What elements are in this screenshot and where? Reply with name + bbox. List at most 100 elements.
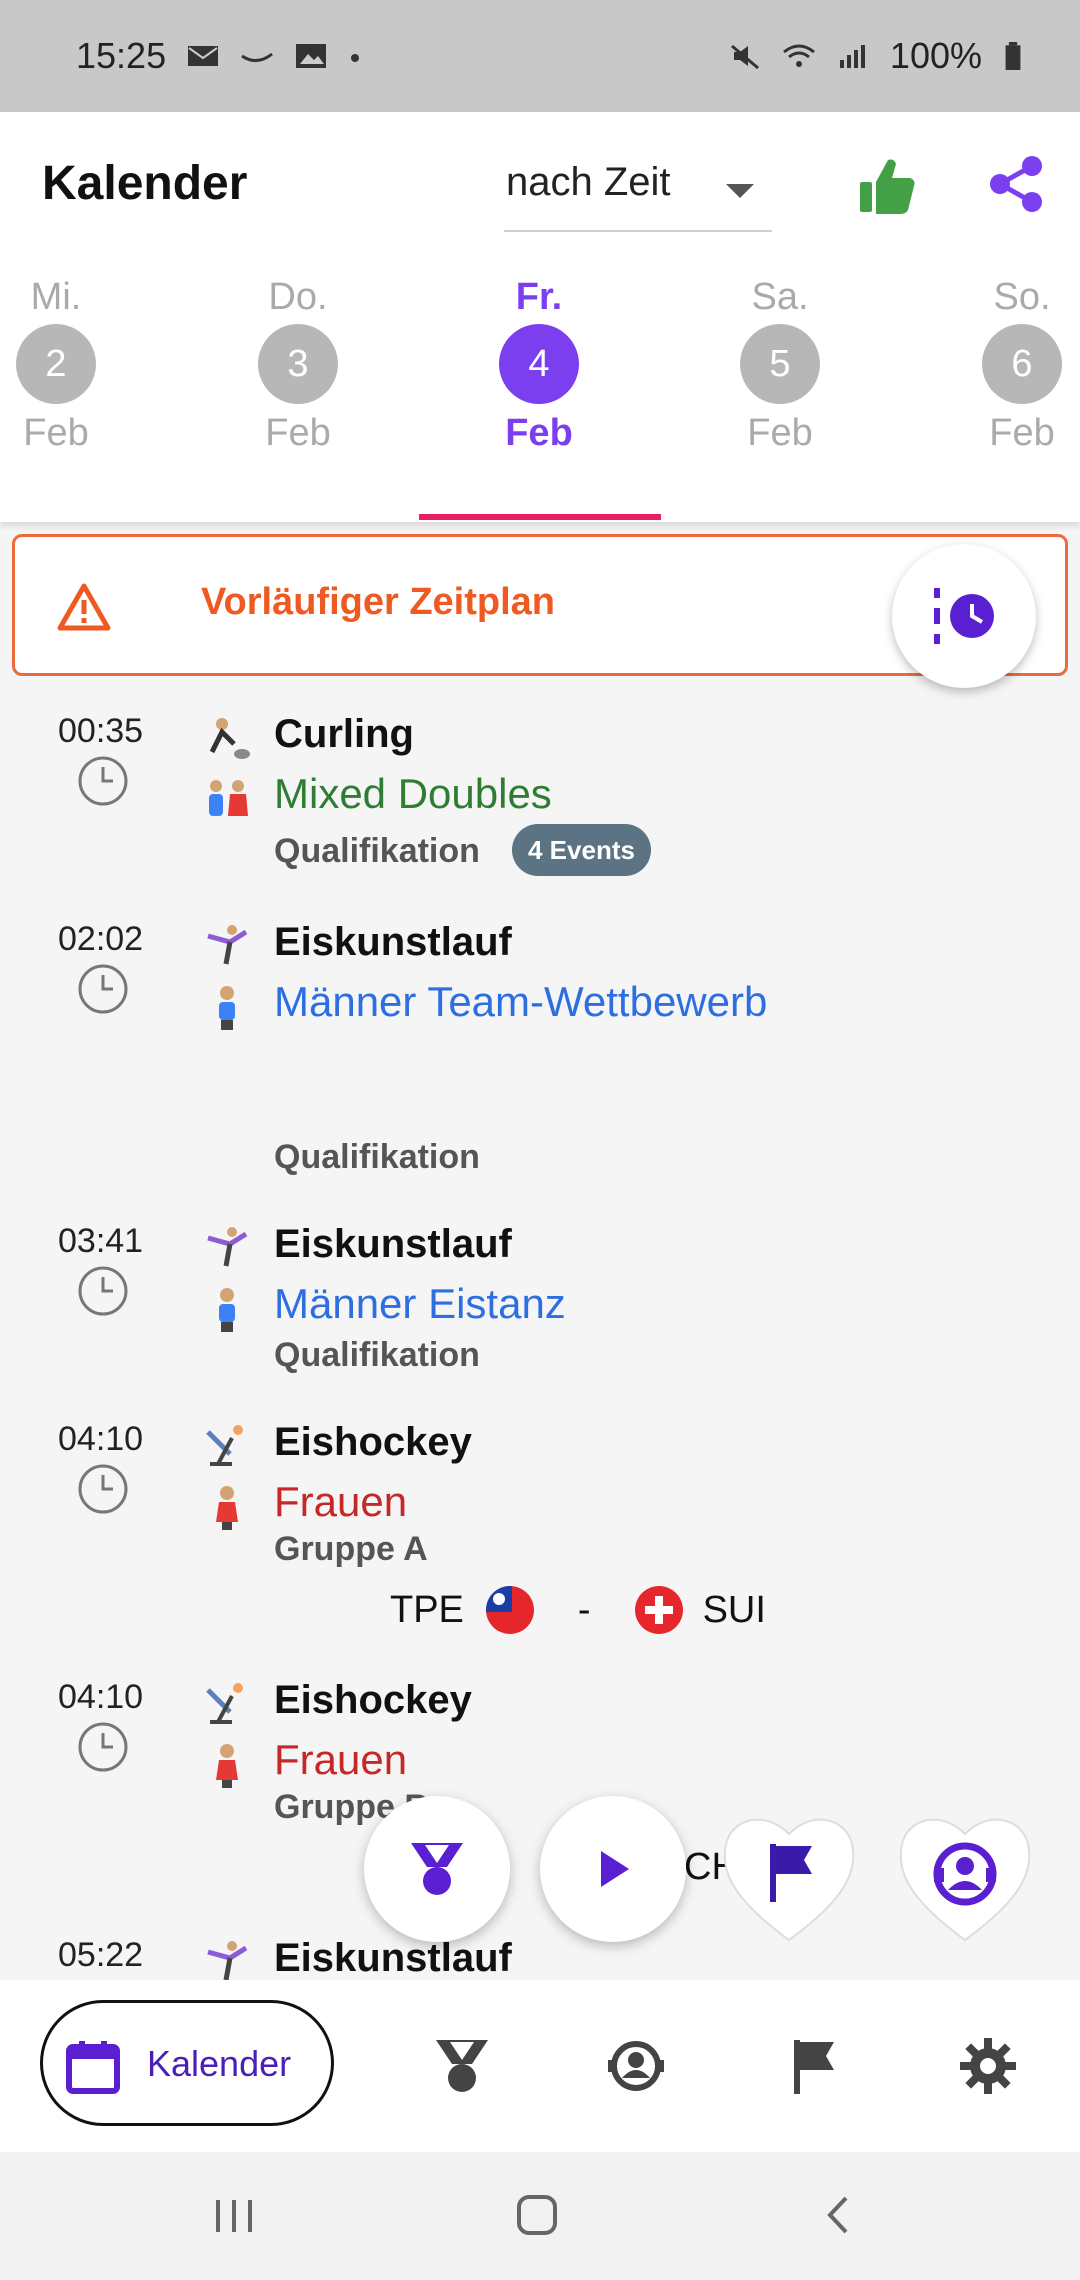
sort-dropdown-value: nach Zeit — [506, 160, 671, 204]
reminder-clock-icon[interactable] — [76, 1720, 130, 1774]
day-number: 5 — [740, 324, 820, 404]
event-time: 03:41 — [58, 1222, 144, 1260]
day-tab-sun[interactable]: So. 6 Feb — [942, 272, 1080, 455]
amazon-icon — [241, 52, 274, 62]
event-phase: Qualifikation — [274, 832, 480, 870]
team-home: TPE — [390, 1588, 464, 1631]
day-month: Feb — [505, 412, 573, 454]
nav-calendar-label: Kalender — [147, 2043, 292, 2084]
taiwan-flag-icon — [485, 1586, 534, 1634]
battery-percent: 100% — [889, 35, 982, 76]
event-title: Männer Team-Wettbewerb — [274, 978, 768, 1025]
day-tab-sat[interactable]: Sa. 5 Feb — [700, 272, 860, 455]
reminder-clock-icon[interactable] — [76, 754, 130, 808]
bottom-navigation: Kalender — [0, 1980, 1080, 2152]
medal-icon — [411, 1843, 463, 1895]
battery-icon — [1005, 42, 1021, 70]
event-title: Mixed Doubles — [274, 770, 552, 817]
play-icon — [601, 1851, 629, 1887]
event-title: Frauen — [274, 1736, 408, 1783]
timeline-button[interactable] — [892, 544, 1036, 688]
event-time: 04:10 — [58, 1678, 144, 1716]
back-icon[interactable] — [820, 2192, 856, 2238]
reminder-clock-icon[interactable] — [76, 1264, 130, 1318]
event-sport: Eiskunstlauf — [274, 920, 512, 964]
event-phase: Qualifikation — [274, 1336, 480, 1374]
banner-text: Vorläufiger Zeitplan — [201, 581, 556, 623]
image-icon — [296, 44, 327, 68]
event-sport: Eishockey — [274, 1678, 472, 1722]
event-sport: Eishockey — [274, 1420, 472, 1464]
chevron-down-icon — [726, 184, 754, 198]
events-count-badge[interactable]: 4 Events — [512, 824, 651, 876]
female-icon — [216, 1486, 238, 1530]
day-month: Feb — [989, 412, 1055, 454]
day-month: Feb — [265, 412, 331, 454]
day-name: Fr. — [515, 276, 563, 318]
team-away: SUI — [702, 1588, 766, 1631]
mail-icon — [188, 46, 219, 66]
day-name: Mi. — [30, 276, 82, 318]
reminder-clock-icon[interactable] — [76, 962, 130, 1016]
nav-settings-gear-icon[interactable] — [958, 2036, 1018, 2096]
wifi-icon — [782, 44, 815, 67]
system-navigation-bar — [0, 2152, 1080, 2280]
play-fab[interactable] — [540, 1796, 686, 1942]
medals-fab[interactable] — [364, 1796, 510, 1942]
signal-icon — [839, 45, 865, 68]
day-tab-thu[interactable]: Do. 3 Feb — [218, 272, 378, 455]
event-time: 00:35 — [58, 712, 144, 750]
day-month: Feb — [747, 412, 813, 454]
home-icon[interactable] — [514, 2192, 560, 2238]
day-name: Do. — [268, 276, 328, 318]
page-title: Kalender — [42, 157, 248, 210]
nav-medals-icon[interactable] — [432, 2036, 492, 2096]
sort-dropdown[interactable]: nach Zeit — [504, 146, 772, 232]
event-phase: Gruppe A — [274, 1530, 428, 1568]
male-icon — [219, 1288, 235, 1332]
event-sport: Eiskunstlauf — [274, 1936, 512, 1980]
event-title: Frauen — [274, 1478, 408, 1525]
mixed-gender-icon — [209, 780, 248, 816]
curling-icon — [209, 718, 250, 759]
tab-indicator — [419, 514, 661, 520]
recent-apps-icon[interactable] — [212, 2196, 256, 2236]
match-line: TPE - SUI — [390, 1586, 766, 1634]
timeline-clock-icon — [934, 588, 994, 644]
male-icon — [219, 986, 235, 1030]
day-name: So. — [993, 276, 1051, 318]
event-phase: Qualifikation — [274, 1138, 480, 1176]
thumbs-up-icon[interactable] — [858, 156, 918, 216]
figure-skating-icon — [207, 1227, 248, 1267]
reminder-clock-icon[interactable] — [76, 1462, 130, 1516]
warning-icon — [57, 583, 111, 631]
ice-hockey-icon — [206, 1683, 243, 1724]
favorite-countries-button[interactable] — [714, 1800, 864, 1950]
nav-countries-flag-icon[interactable] — [784, 2036, 844, 2096]
event-sport: Eiskunstlauf — [274, 1222, 512, 1266]
day-name: Sa. — [751, 276, 809, 318]
nav-athletes-icon[interactable] — [606, 2036, 666, 2096]
day-number: 6 — [982, 324, 1062, 404]
share-icon[interactable] — [986, 154, 1046, 214]
match-separator: - — [577, 1588, 591, 1631]
calendar-icon — [66, 2041, 120, 2094]
status-time: 15:25 — [76, 35, 167, 76]
event-time: 02:02 — [58, 920, 144, 958]
female-icon — [216, 1744, 238, 1788]
figure-skating-icon — [207, 1941, 248, 1981]
ice-hockey-icon — [206, 1425, 243, 1466]
day-number: 2 — [16, 324, 96, 404]
event-sport: Curling — [274, 712, 414, 756]
nav-calendar[interactable]: Kalender — [40, 2000, 334, 2126]
day-number: 4 — [499, 324, 579, 404]
mute-icon — [730, 44, 759, 70]
day-tab-wed[interactable]: Mi. 2 Feb — [0, 272, 136, 455]
status-bar: 15:25 100% — [0, 0, 1080, 112]
event-title: Männer Eistanz — [274, 1280, 566, 1327]
dot-icon — [351, 54, 360, 62]
event-time: 04:10 — [58, 1420, 144, 1458]
day-tab-fri[interactable]: Fr. 4 Feb — [459, 272, 619, 455]
day-number: 3 — [258, 324, 338, 404]
favorite-athletes-button[interactable] — [890, 1800, 1040, 1950]
